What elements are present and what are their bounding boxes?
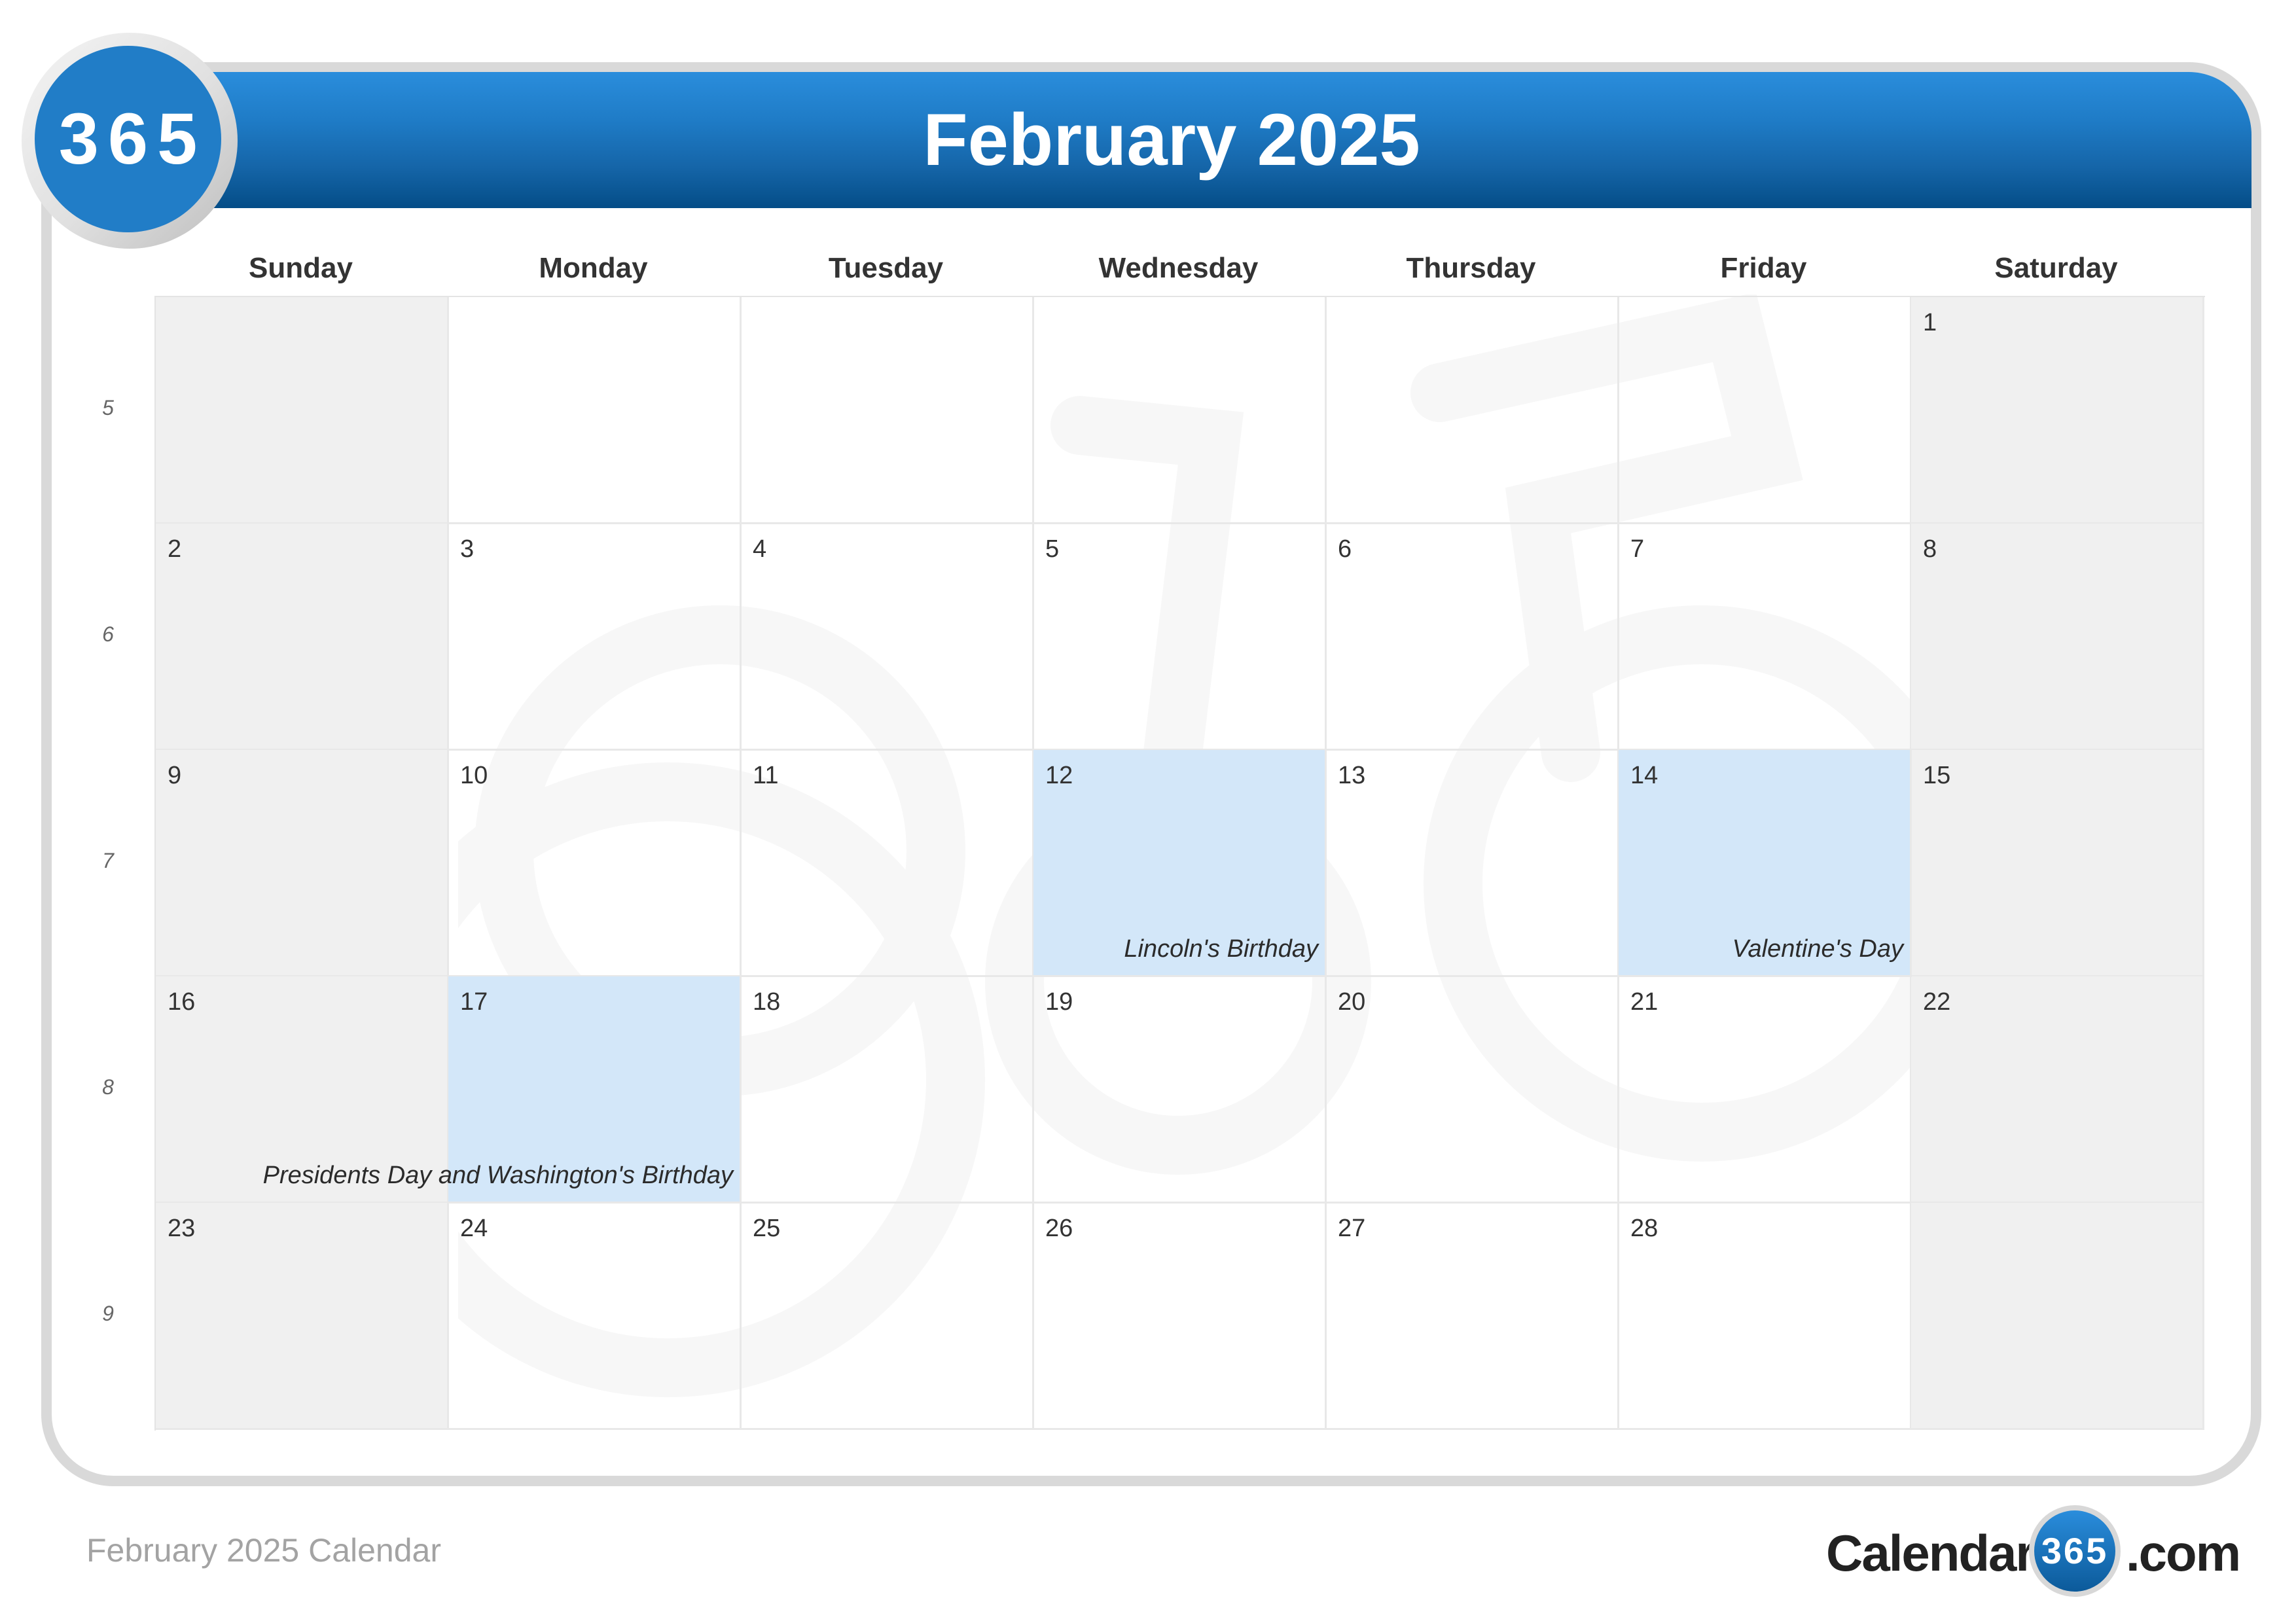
holiday-label: Valentine's Day [1732,935,1903,963]
day-cell[interactable]: 13 [1326,750,1619,977]
day-number: 10 [460,762,488,789]
brand-text-right: .com [2126,1524,2241,1582]
day-cell[interactable]: 20 [1326,976,1619,1204]
day-cell[interactable]: 21 [1619,976,1912,1204]
day-number: 8 [1923,535,1937,563]
empty-cell [1033,297,1327,524]
day-number: 20 [1338,988,1366,1016]
day-number: 4 [753,535,767,563]
day-cell[interactable]: 3 [448,524,742,751]
day-cell[interactable]: 5 [1033,524,1327,751]
empty-cell [1619,297,1912,524]
brand-badge: 365 [2034,1510,2115,1592]
day-header-sunday: Sunday [249,252,353,284]
day-cell[interactable]: 26 [1033,1203,1327,1430]
day-cell[interactable]: 1 [1911,297,2204,524]
day-number: 2 [168,535,182,563]
day-number: 6 [1338,535,1352,563]
footer-caption: February 2025 Calendar [86,1532,441,1569]
empty-cell [448,297,742,524]
day-cell[interactable]: 2 [156,524,449,751]
day-number: 18 [753,988,781,1016]
day-number: 24 [460,1215,488,1242]
day-cell[interactable]: 23 [156,1203,449,1430]
day-number: 15 [1923,762,1951,789]
week-number: 9 [102,1302,114,1325]
day-cell[interactable]: 6 [1326,524,1619,751]
day-number: 3 [460,535,475,563]
day-cell[interactable]: 8 [1911,524,2204,751]
week-number: 5 [102,396,114,419]
day-number: 22 [1923,988,1951,1016]
week-number: 7 [102,849,114,872]
day-number: 17 [460,988,488,1016]
day-cell[interactable]: 18 [741,976,1034,1204]
empty-cell [1326,297,1619,524]
day-cell[interactable]: 12 Lincoln's Birthday [1033,750,1327,977]
day-number: 23 [168,1215,196,1242]
day-number: 1 [1923,309,1937,336]
day-number: 21 [1630,988,1659,1016]
day-number: 28 [1630,1215,1659,1242]
day-header-saturday: Saturday [1994,252,2118,284]
day-cell[interactable]: 24 [448,1203,742,1430]
empty-cell [156,297,449,524]
day-number: 13 [1338,762,1366,789]
day-number: 27 [1338,1215,1366,1242]
day-number: 25 [753,1215,781,1242]
calendar-grid: 1 2 3 4 5 6 7 8 9 10 11 12 Lincoln's Birthday 13 14 Val… [154,296,2205,1431]
day-header-thursday: Thursday [1406,252,1536,284]
empty-cell [741,297,1034,524]
day-number: 5 [1045,535,1060,563]
page-title: February 2025 [923,99,1420,181]
day-cell[interactable]: 19 [1033,976,1327,1204]
week-number: 6 [102,622,114,646]
day-number: 9 [168,762,182,789]
day-number: 12 [1045,762,1073,789]
day-cell[interactable]: 25 [741,1203,1034,1430]
day-header-friday: Friday [1720,252,1807,284]
day-cell[interactable]: 10 [448,750,742,977]
day-cell[interactable]: 9 [156,750,449,977]
day-cell[interactable]: 4 [741,524,1034,751]
day-cell[interactable]: 27 [1326,1203,1619,1430]
empty-cell [1911,1203,2204,1430]
day-cell[interactable]: 11 [741,750,1034,977]
day-number: 11 [753,762,779,789]
holiday-label: Lincoln's Birthday [1124,935,1318,963]
day-number: 7 [1630,535,1645,563]
day-cell[interactable]: 14 Valentine's Day [1619,750,1912,977]
day-number: 26 [1045,1215,1073,1242]
day-number: 19 [1045,988,1073,1016]
day-cell[interactable]: 7 [1619,524,1912,751]
brand-text-left: Calendar- [1826,1524,2051,1582]
day-header-monday: Monday [539,252,648,284]
week-number: 8 [102,1075,114,1099]
day-header-wednesday: Wednesday [1098,252,1259,284]
day-header-tuesday: Tuesday [828,252,944,284]
day-cell[interactable]: 28 [1619,1203,1912,1430]
day-cell[interactable]: 17 Presidents Day and Washington's Birthd… [263,976,742,1204]
logo-365: 365 [35,46,221,232]
day-number: 16 [168,988,196,1016]
day-number: 14 [1630,762,1659,789]
day-cell[interactable]: 22 [1911,976,2204,1204]
holiday-label: Presidents Day and Washington's Birthday [262,1162,733,1189]
day-cell[interactable]: 15 [1911,750,2204,977]
